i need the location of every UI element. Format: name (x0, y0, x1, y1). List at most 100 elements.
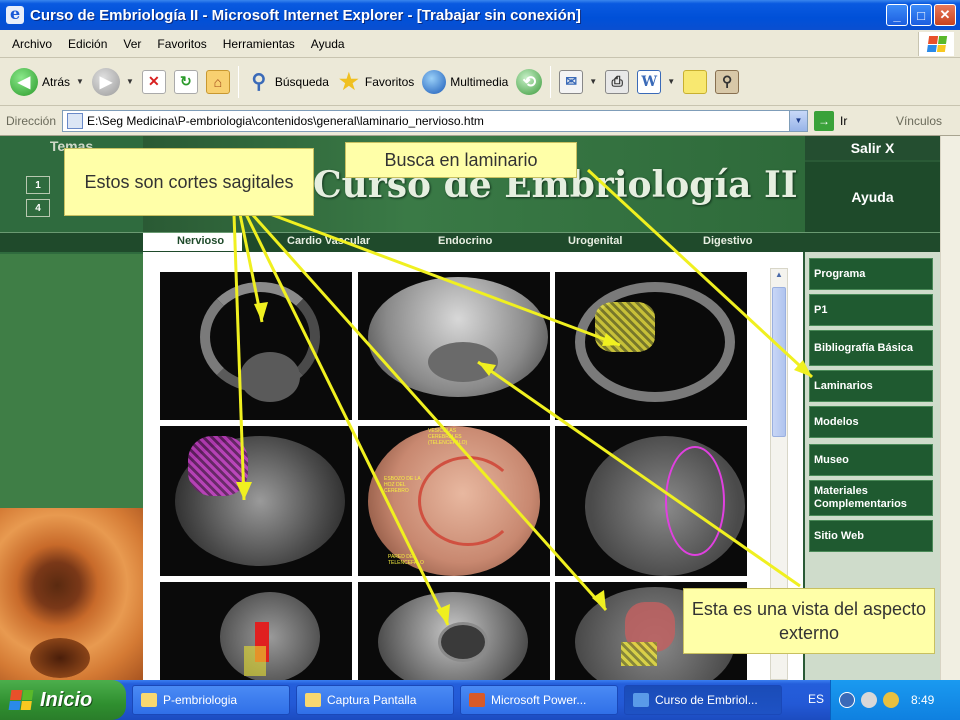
home-icon: ⌂ (205, 69, 230, 94)
forward-dropdown-icon[interactable]: ▼ (126, 77, 134, 86)
callout-vista: Esta es una vista del aspecto externo (683, 588, 935, 654)
menu-edicion[interactable]: Edición (60, 37, 115, 51)
note-icon (683, 69, 708, 94)
address-url: E:\Seg Medicina\P-embriologia\contenidos… (87, 113, 484, 128)
tema-1-button[interactable]: 1 (26, 176, 50, 194)
home-button[interactable]: ⌂ (202, 62, 234, 102)
search-icon: ⚲ (251, 71, 267, 93)
go-button[interactable]: → Ir (814, 110, 847, 131)
network-icon[interactable] (861, 692, 877, 708)
system-tray: 8:49 (830, 680, 960, 720)
menu-p1[interactable]: P1 (809, 294, 933, 326)
tab-digestivo[interactable]: Digestivo (703, 235, 753, 247)
search-label: Búsqueda (274, 74, 329, 89)
address-label: Dirección (6, 113, 57, 128)
refresh-icon: ↻ (173, 69, 198, 94)
links-button[interactable]: Vínculos (896, 114, 942, 128)
menu-modelos[interactable]: Modelos (809, 406, 933, 438)
menu-sitio-web[interactable]: Sitio Web (809, 520, 933, 552)
start-button[interactable]: Inicio (0, 680, 126, 720)
stop-icon: ✕ (141, 69, 166, 94)
task-p-embriologia[interactable]: P-embriologia (132, 685, 290, 715)
address-input[interactable]: E:\Seg Medicina\P-embriologia\contenidos… (62, 109, 809, 132)
tab-endocrino[interactable]: Endocrino (438, 235, 492, 247)
print-button[interactable]: ⎙ (601, 62, 633, 102)
salir-button[interactable]: Salir X (805, 136, 940, 160)
go-arrow-icon: → (814, 110, 835, 131)
ie-icon (633, 693, 649, 707)
label-vesiculas: VESICULAS CEREBRALES (TELENCEFALO) (428, 428, 468, 446)
tema-4-button[interactable]: 4 (26, 199, 50, 217)
task-powerpoint[interactable]: Microsoft Power... (460, 685, 618, 715)
edit-dropdown-icon[interactable]: ▼ (667, 77, 675, 86)
maximize-button[interactable]: □ (910, 4, 932, 26)
discuss-button[interactable] (679, 62, 711, 102)
menu-favoritos[interactable]: Favoritos (149, 37, 214, 51)
window-scrollbar[interactable] (940, 136, 960, 680)
page-icon (67, 112, 84, 129)
mail-button[interactable]: ✉ ▼ (555, 62, 601, 102)
language-indicator[interactable]: ES (808, 692, 824, 706)
label-pared: PARED DEL TELENCEFALO (388, 554, 424, 566)
folder-icon (305, 693, 321, 707)
sagittal-section-3[interactable] (160, 426, 352, 576)
research-icon: ⚲ (715, 69, 740, 94)
history-button[interactable]: ⟲ (512, 62, 546, 102)
menu-laminarios[interactable]: Laminarios (809, 370, 933, 402)
left-column: Temas 1 4 (0, 136, 143, 680)
tab-cardio-vascular[interactable]: Cardio Vascular (287, 235, 370, 247)
search-button[interactable]: ⚲ Búsqueda (243, 62, 333, 102)
minimize-button[interactable]: _ (886, 4, 908, 26)
research-button[interactable]: ⚲ (711, 62, 743, 102)
menu-herramientas[interactable]: Herramientas (215, 37, 303, 51)
back-dropdown-icon[interactable]: ▼ (76, 77, 84, 86)
menu-museo[interactable]: Museo (809, 444, 933, 476)
external-view-embryo[interactable] (358, 272, 550, 420)
menu-programa[interactable]: Programa (809, 258, 933, 290)
multimedia-button[interactable]: Multimedia (418, 62, 512, 102)
external-view-section[interactable] (555, 426, 747, 576)
folder-icon (141, 693, 157, 707)
forward-button[interactable]: ▶ ▼ (88, 62, 138, 102)
sagittal-section-2[interactable] (555, 272, 747, 420)
sagittal-section-1[interactable] (160, 272, 352, 420)
menu-materiales-complementarios[interactable]: Materiales Complementarios (809, 480, 933, 516)
menu-archivo[interactable]: Archivo (4, 37, 60, 51)
word-icon: W (637, 69, 662, 94)
tab-nervioso[interactable]: Nervioso (143, 233, 243, 251)
window-titlebar[interactable]: Curso de Embriología II - Microsoft Inte… (0, 0, 960, 30)
menu-ayuda[interactable]: Ayuda (303, 37, 353, 51)
task-label: Microsoft Power... (491, 693, 587, 707)
vesiculas-cerebrales-photo[interactable]: VESICULAS CEREBRALES (TELENCEFALO) ESBOZ… (358, 426, 550, 576)
task-label: P-embriologia (163, 693, 238, 707)
history-icon: ⟲ (516, 68, 543, 95)
edit-button[interactable]: W ▼ (633, 62, 679, 102)
sagittal-section-4[interactable] (160, 582, 352, 680)
sagittal-section-5[interactable] (358, 582, 550, 680)
mail-dropdown-icon[interactable]: ▼ (589, 77, 597, 86)
task-curso-embriologia[interactable]: Curso de Embriol... (624, 685, 782, 715)
stop-button[interactable]: ✕ (138, 62, 170, 102)
scroll-up-icon[interactable]: ▲ (772, 270, 786, 284)
task-captura-pantalla[interactable]: Captura Pantalla (296, 685, 454, 715)
back-button[interactable]: ◀ Atrás ▼ (6, 62, 88, 102)
close-button[interactable]: ✕ (934, 4, 956, 26)
favorites-button[interactable]: ★ Favoritos (333, 62, 418, 102)
clock[interactable]: 8:49 (911, 693, 934, 707)
menu-ver[interactable]: Ver (115, 37, 149, 51)
tray-arrow-icon[interactable] (839, 692, 855, 708)
menu-bibliografia-basica[interactable]: Bibliografía Básica (809, 330, 933, 366)
powerpoint-icon (469, 693, 485, 707)
windows-flag-icon (8, 690, 34, 710)
callout-sagitales: Estos son cortes sagitales (64, 148, 314, 216)
tab-urogenital[interactable]: Urogenital (568, 235, 622, 247)
star-icon: ★ (339, 68, 359, 94)
address-dropdown-icon[interactable]: ▼ (789, 110, 808, 131)
ayuda-button[interactable]: Ayuda (805, 162, 940, 232)
address-bar: Dirección E:\Seg Medicina\P-embriologia\… (0, 106, 960, 136)
toolbar: ◀ Atrás ▼ ▶ ▼ ✕ ↻ ⌂ ⚲ Búsqueda ★ Favorit… (0, 58, 960, 106)
security-icon[interactable] (883, 692, 899, 708)
scroll-thumb[interactable] (772, 287, 786, 437)
refresh-button[interactable]: ↻ (170, 62, 202, 102)
media-icon (422, 69, 447, 94)
